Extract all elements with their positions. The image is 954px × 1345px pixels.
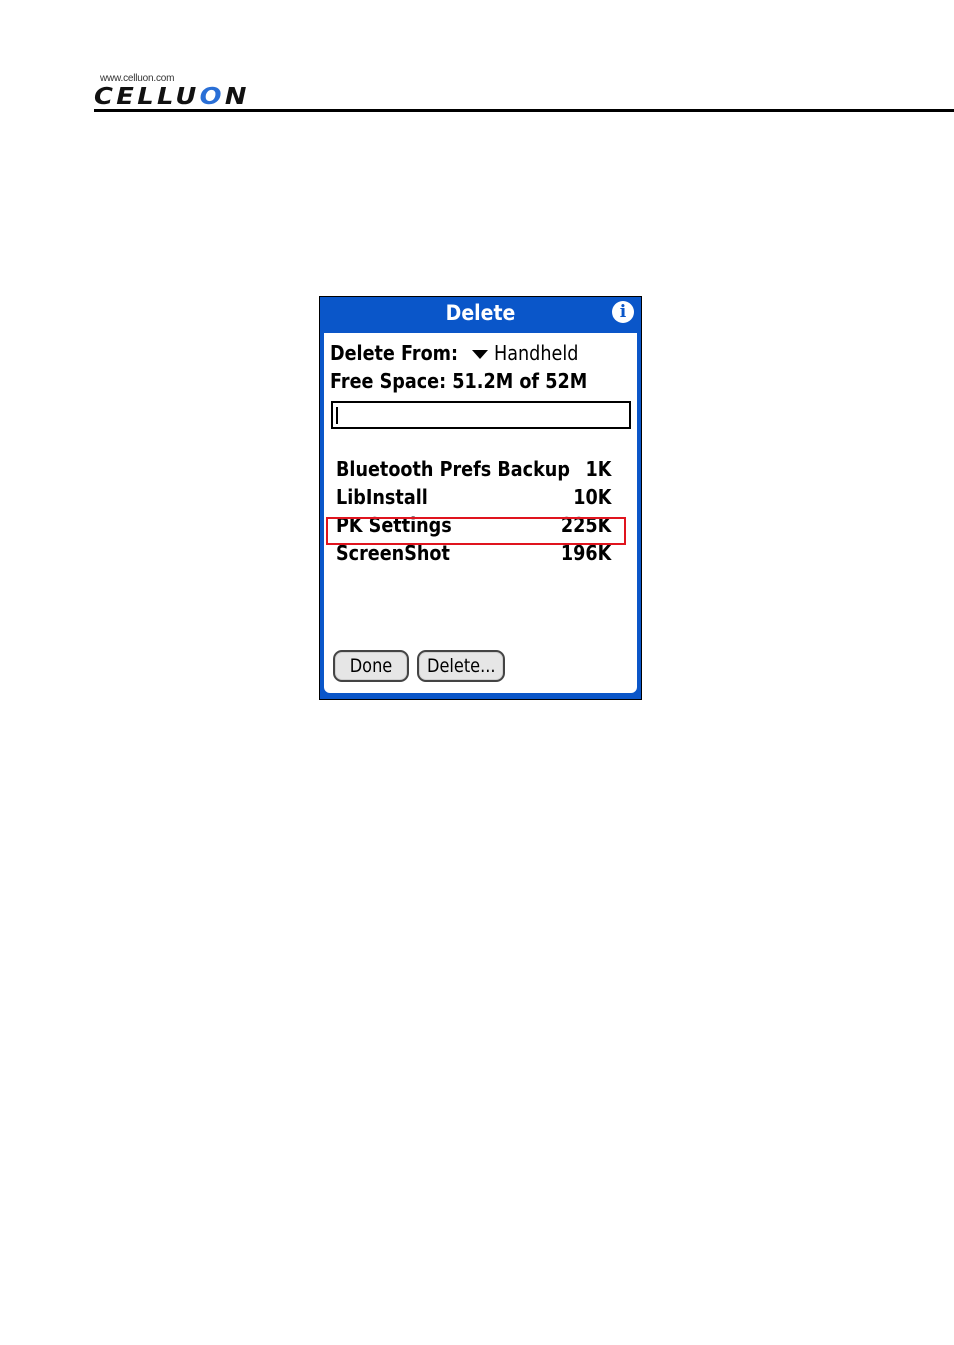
file-name: Bluetooth Prefs Backup — [336, 457, 570, 481]
file-row[interactable]: LibInstall 10K — [324, 485, 637, 513]
text-cursor — [336, 407, 338, 424]
file-row[interactable]: Bluetooth Prefs Backup 1K — [324, 457, 637, 485]
file-name: LibInstall — [336, 485, 428, 509]
file-size: 225K — [560, 513, 611, 537]
search-input[interactable] — [331, 401, 631, 429]
file-size: 196K — [560, 541, 611, 565]
file-size: 1K — [585, 457, 611, 481]
file-name: PK Settings — [336, 513, 452, 537]
delete-button[interactable]: Delete... — [417, 650, 505, 682]
file-row[interactable]: ScreenShot 196K — [324, 541, 637, 569]
dialog-body: Delete From: Handheld Free Space: 51.2M … — [324, 333, 637, 693]
info-icon[interactable]: i — [612, 301, 634, 323]
celluon-logo: www.celluon.com CELLUON — [94, 70, 274, 110]
logo-url-text: www.celluon.com — [100, 73, 175, 84]
logo-text-after: N — [224, 84, 250, 110]
logo-text-before: CELLU — [94, 84, 200, 110]
file-row-pk-settings[interactable]: PK Settings 225K — [324, 513, 637, 541]
header-divider — [94, 109, 954, 112]
logo-wordmark: CELLUON — [94, 84, 250, 110]
file-name: ScreenShot — [336, 541, 450, 565]
delete-from-dropdown[interactable]: Handheld — [494, 341, 578, 365]
dialog-title: Delete — [445, 301, 516, 325]
done-button[interactable]: Done — [333, 650, 409, 682]
delete-from-label: Delete From: — [330, 341, 459, 365]
dropdown-arrow-icon[interactable] — [472, 350, 488, 359]
file-size: 10K — [572, 485, 611, 509]
done-button-label: Done — [349, 655, 393, 677]
logo-ring-letter: O — [199, 84, 225, 110]
free-space-text: Free Space: 51.2M of 52M — [330, 369, 588, 393]
delete-button-label: Delete... — [426, 655, 496, 677]
delete-dialog: Delete i Delete From: Handheld Free Spac… — [319, 296, 642, 700]
